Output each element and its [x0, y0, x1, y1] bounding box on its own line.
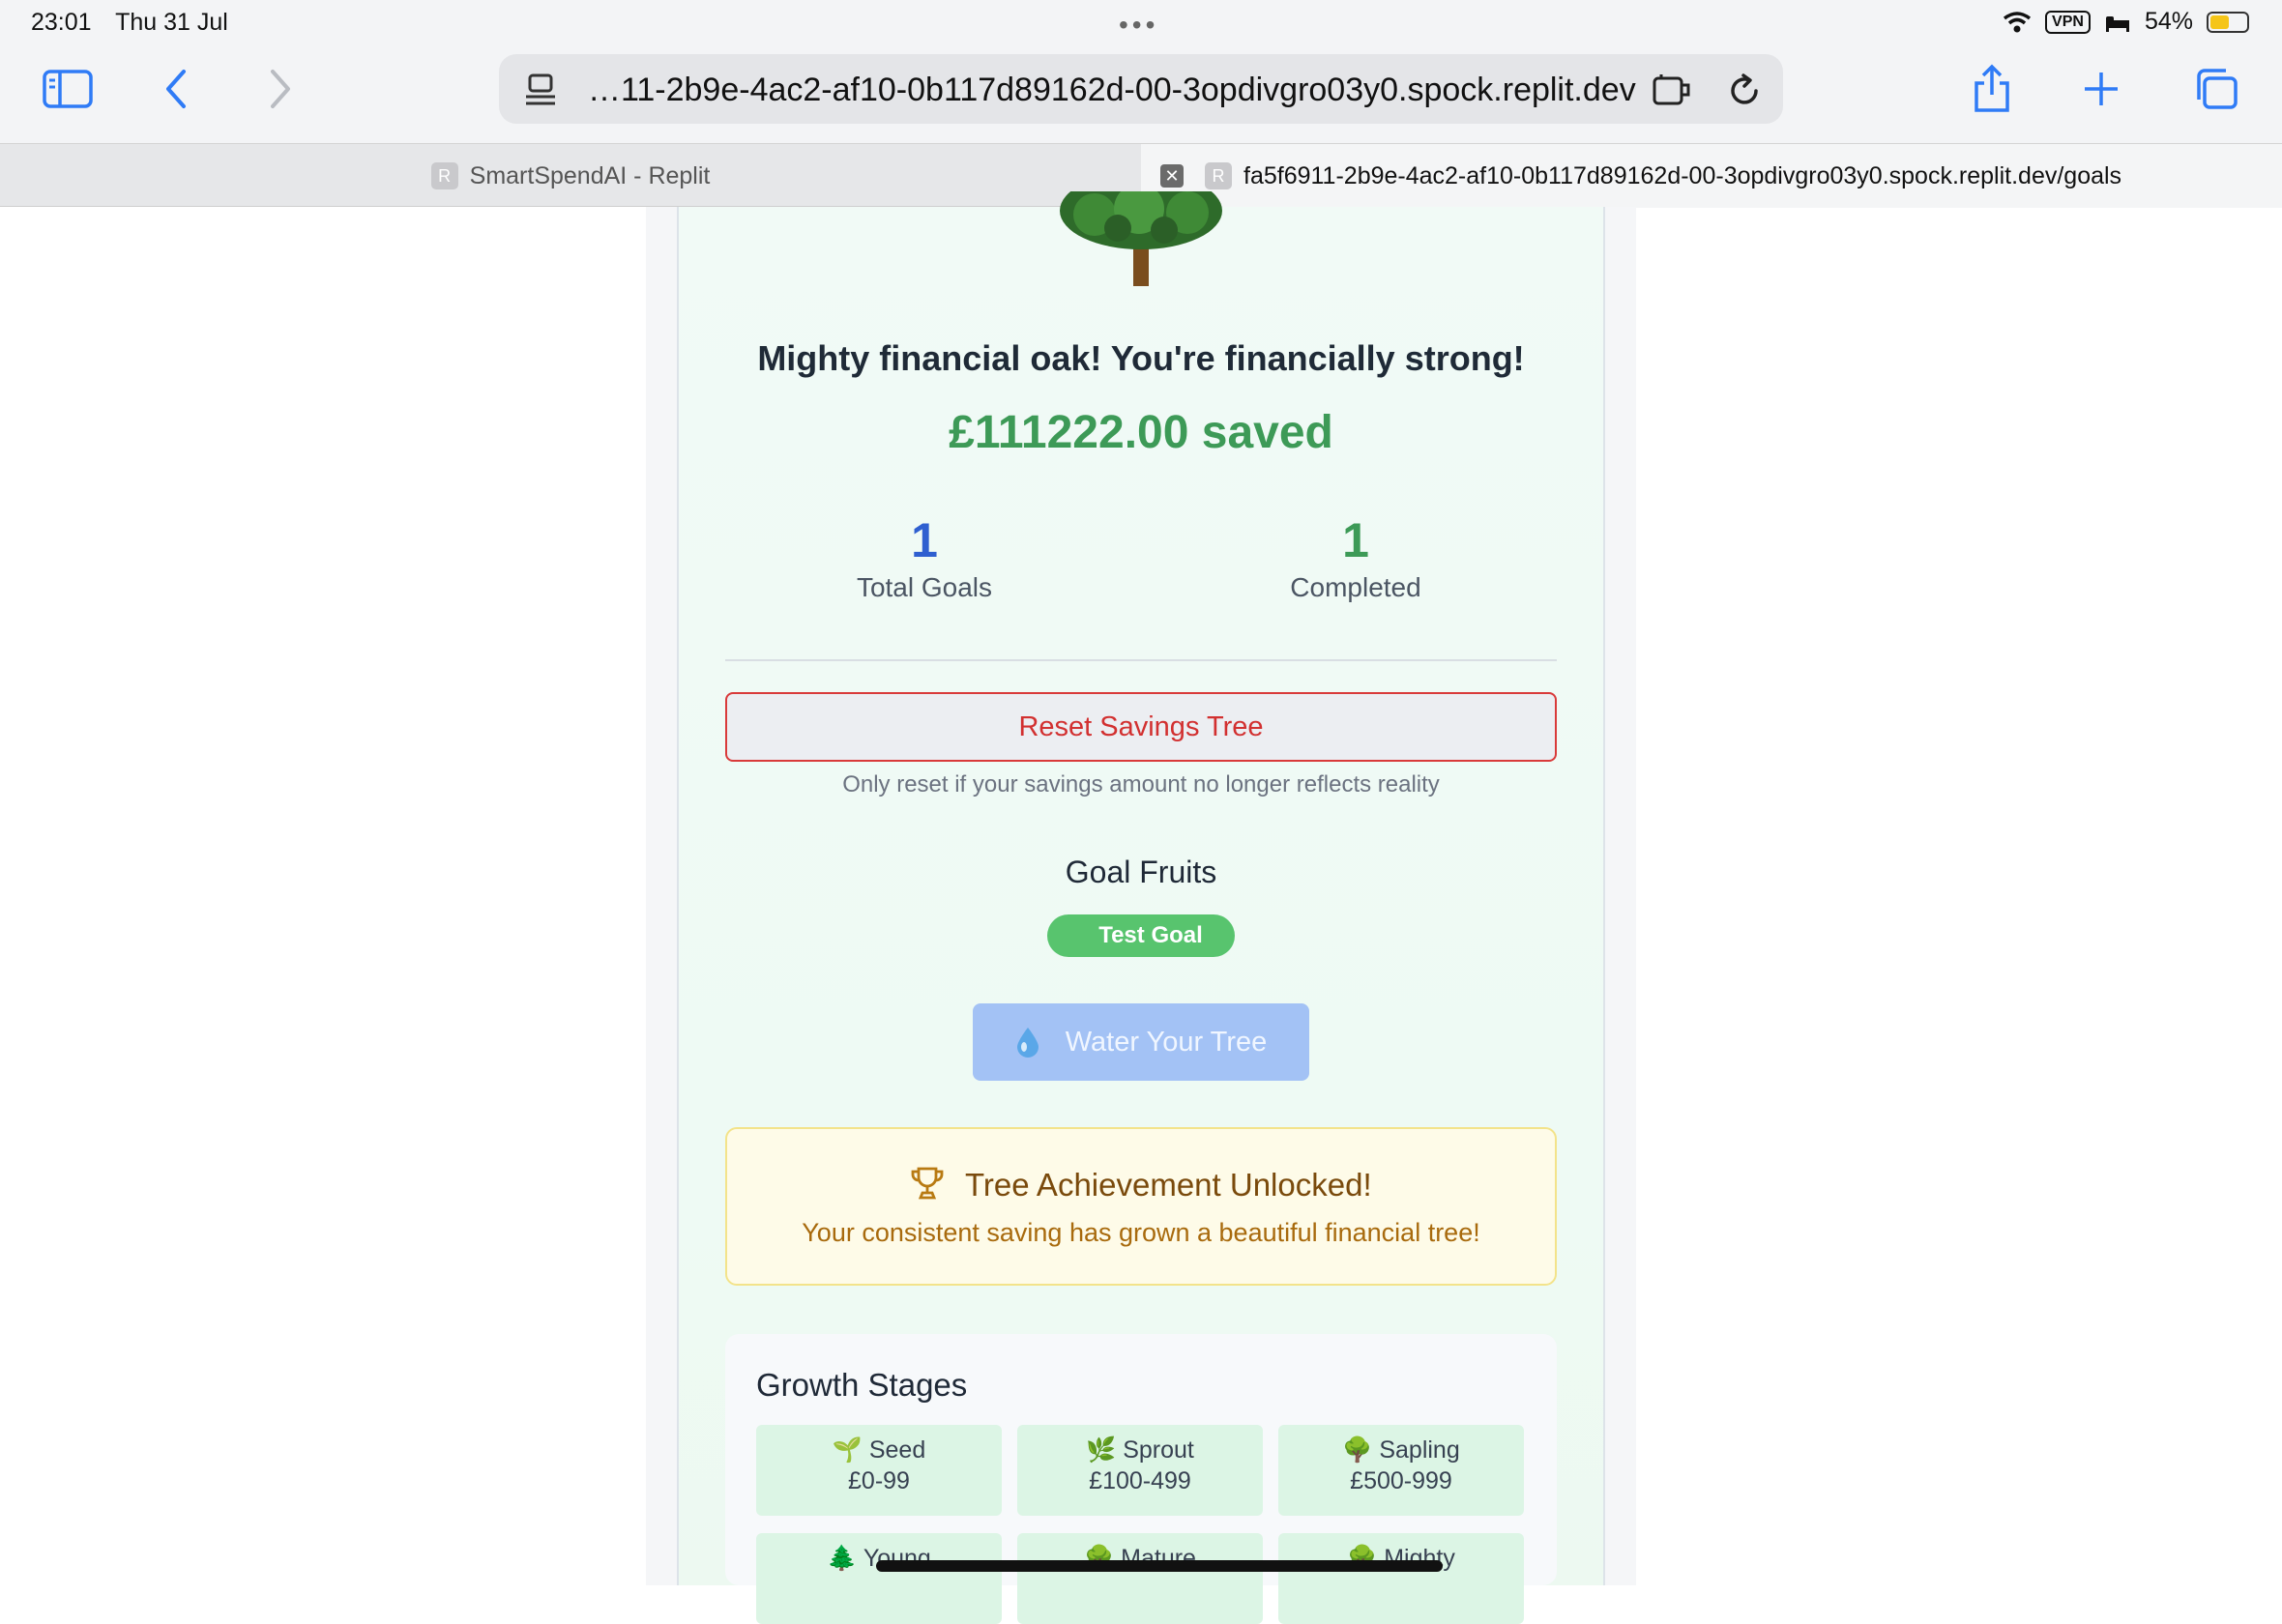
forward-button[interactable]: [259, 46, 302, 131]
stat-label: Total Goals: [856, 572, 993, 602]
reset-note: Only reset if your savings amount no lon…: [842, 771, 1440, 798]
oak-tree-icon: [1060, 191, 1222, 286]
stage-mighty: 🌳 Mighty: [1278, 1533, 1524, 1624]
stage-young: 🌲 Young: [756, 1533, 1002, 1624]
stat-value: 1: [911, 513, 938, 567]
stage-range: £0-99: [848, 1467, 910, 1494]
stage-sprout: 🌿 Sprout £100-499: [1017, 1425, 1263, 1516]
saved-amount: £111222.00 saved: [949, 407, 1333, 458]
seedling-icon: 🌱: [832, 1436, 863, 1464]
home-indicator[interactable]: [876, 1560, 1443, 1572]
extension-icon[interactable]: [1652, 73, 1694, 106]
tabs-icon: [2197, 69, 2238, 109]
herb-icon: 🌿: [1086, 1436, 1117, 1464]
stage-name: Sapling: [1379, 1436, 1460, 1464]
stage-sapling: 🌳 Sapling £500-999: [1278, 1425, 1524, 1516]
stage-name: Seed: [868, 1436, 926, 1464]
browser-toolbar: …11-2b9e-4ac2-af10-0b117d89162d-00-3opdi…: [0, 46, 2282, 143]
vpn-badge: VPN: [2045, 10, 2091, 34]
stage-range: £500-999: [1350, 1467, 1452, 1494]
stat-total-goals: 1 Total Goals: [750, 512, 1098, 603]
tab-title: fa5f6911-2b9e-4ac2-af10-0b117d89162d-00-…: [1243, 161, 2122, 189]
evergreen-icon: 🌲: [827, 1545, 858, 1572]
sidebar-icon: [43, 70, 93, 108]
battery-percent: 54%: [2144, 8, 2193, 35]
reload-icon[interactable]: [1727, 73, 1762, 108]
page-menu-icon[interactable]: [524, 73, 557, 106]
tree-icon: 🌳: [1342, 1436, 1373, 1464]
droplet-icon: [1016, 1028, 1039, 1058]
growth-stages-panel: Growth Stages 🌱 Seed £0-99 🌿 Sprout £100…: [725, 1334, 1557, 1624]
sidebar-toggle-button[interactable]: [39, 46, 97, 131]
achievement-banner: Tree Achievement Unlocked! Your consiste…: [725, 1127, 1557, 1286]
growth-stages-title: Growth Stages: [756, 1367, 968, 1403]
close-tab-icon[interactable]: ✕: [1160, 164, 1184, 188]
plus-icon: [2085, 72, 2118, 105]
replit-favicon-icon: R: [430, 162, 458, 189]
tab-title: SmartSpendAI - Replit: [469, 161, 711, 189]
tab-smartspendai[interactable]: R SmartSpendAI - Replit: [0, 144, 1141, 208]
address-bar[interactable]: …11-2b9e-4ac2-af10-0b117d89162d-00-3opdi…: [499, 54, 1783, 124]
sleep-focus-icon: [2105, 15, 2129, 32]
goal-fruits-title: Goal Fruits: [1065, 855, 1217, 889]
water-your-tree-button[interactable]: Water Your Tree: [973, 1003, 1309, 1081]
multitasking-dots-icon[interactable]: •••: [1119, 10, 1158, 41]
reset-savings-tree-button[interactable]: Reset Savings Tree: [725, 692, 1557, 762]
url-text[interactable]: …11-2b9e-4ac2-af10-0b117d89162d-00-3opdi…: [588, 72, 1636, 109]
stage-mature: 🌳 Mature: [1017, 1533, 1263, 1624]
replit-favicon-icon: R: [1205, 162, 1232, 189]
stat-completed: 1 Completed: [1182, 512, 1530, 603]
share-button[interactable]: [1967, 46, 2017, 131]
status-date: Thu 31 Jul: [115, 9, 228, 36]
tree-headline: Mighty financial oak! You're financially…: [757, 338, 1525, 378]
stat-value: 1: [1342, 513, 1369, 567]
chevron-left-icon: [166, 70, 186, 108]
stage-seed: 🌱 Seed £0-99: [756, 1425, 1002, 1516]
status-time: 23:01: [31, 9, 92, 36]
achievement-subtitle: Your consistent saving has grown a beaut…: [802, 1218, 1480, 1247]
wifi-icon: [2003, 11, 2032, 32]
divider: [725, 659, 1557, 661]
back-button[interactable]: [155, 46, 197, 131]
stage-name: Sprout: [1123, 1436, 1194, 1464]
goal-fruit-pill[interactable]: Test Goal: [1047, 914, 1235, 957]
new-tab-button[interactable]: [2079, 46, 2123, 131]
status-bar: 23:01 Thu 31 Jul ••• VPN 54%: [0, 0, 2282, 46]
stat-label: Completed: [1290, 572, 1421, 602]
battery-icon: [2207, 11, 2249, 33]
achievement-title-row: Tree Achievement Unlocked!: [727, 1166, 1555, 1204]
trophy-icon: [911, 1167, 944, 1200]
water-button-label: Water Your Tree: [1065, 1026, 1268, 1058]
share-icon: [1975, 64, 2009, 112]
tab-overview-button[interactable]: [2191, 46, 2241, 131]
chevron-right-icon: [271, 70, 290, 108]
tab-goals[interactable]: ✕ R fa5f6911-2b9e-4ac2-af10-0b117d89162d…: [1141, 144, 2282, 208]
achievement-title: Tree Achievement Unlocked!: [964, 1167, 1372, 1203]
stage-range: £100-499: [1089, 1467, 1191, 1494]
